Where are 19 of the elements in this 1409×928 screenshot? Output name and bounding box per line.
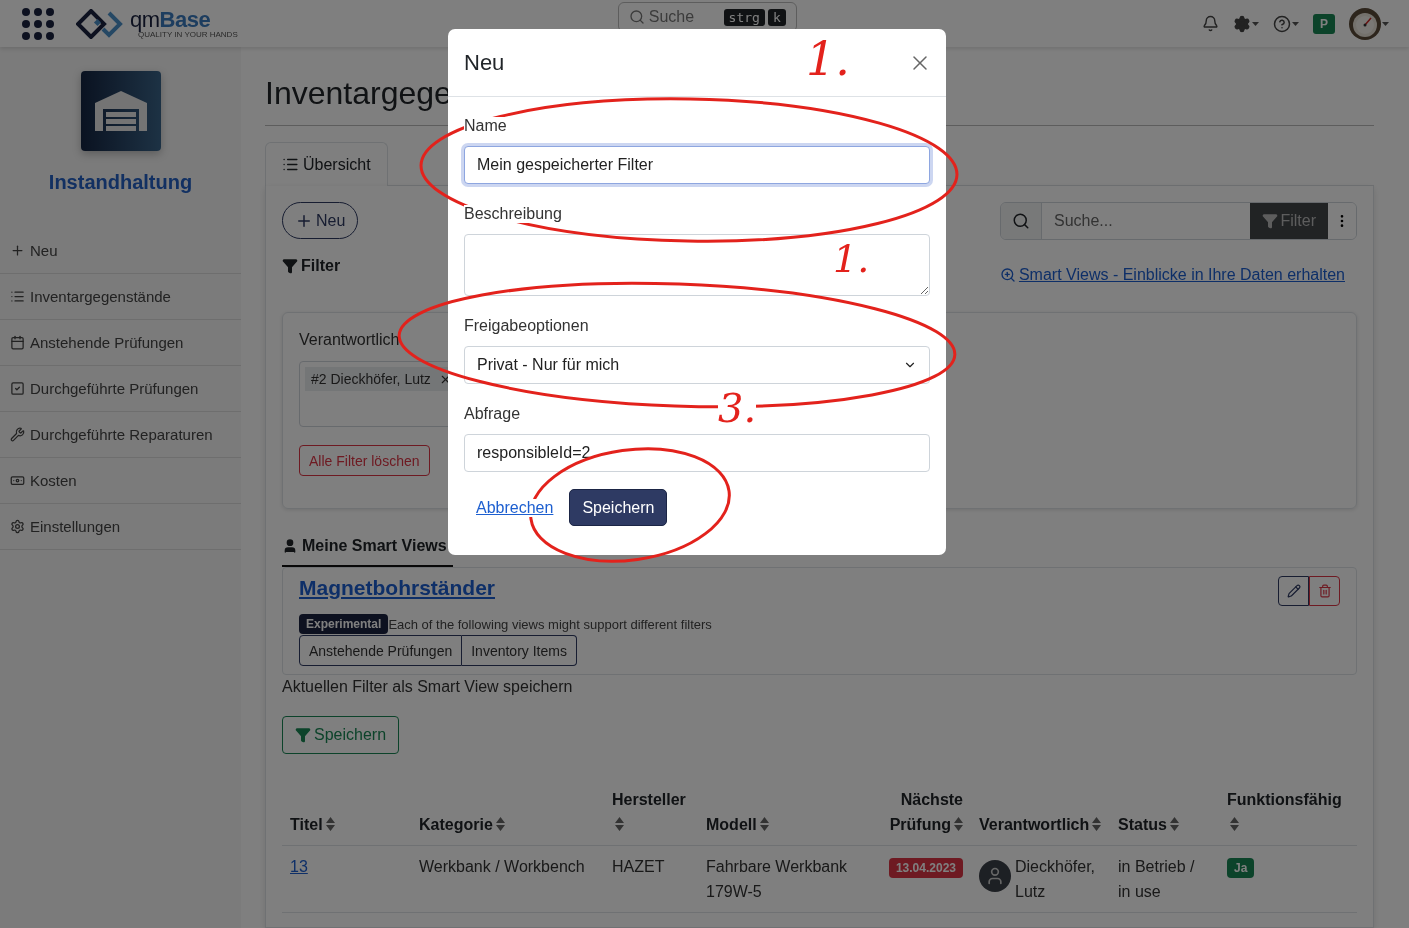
dialog-title: Neu bbox=[464, 49, 505, 76]
module-title: Instandhaltung bbox=[47, 171, 194, 194]
table-cell: in Betrieb / in use bbox=[1110, 845, 1219, 913]
brand-name: qmBase bbox=[130, 8, 212, 31]
table-cell: HAZET bbox=[604, 845, 698, 913]
save-hint: Aktuellen Filter als Smart View speichern bbox=[282, 678, 574, 696]
table-cell: Fahrbare Werkbank 179W-5 bbox=[698, 845, 878, 913]
experimental-badge: Experimental bbox=[299, 614, 389, 634]
page-title: Inventargege bbox=[265, 74, 453, 113]
table-cell-text: Dieckhöfer, Lutz bbox=[1015, 857, 1097, 902]
date-badge: 13.04.2023 bbox=[888, 858, 963, 878]
shortcut-key: strg bbox=[723, 8, 765, 26]
filter-label: Verantwortlich bbox=[299, 331, 401, 349]
note-text: Each of the following views might support different filters bbox=[388, 616, 712, 632]
status-badge: Ja bbox=[1227, 858, 1255, 878]
section-heading: Filter bbox=[301, 257, 341, 275]
search-placeholder: Suche bbox=[648, 8, 695, 26]
table-cell: Werkbank / Workbench bbox=[411, 845, 604, 913]
shortcut-key: k bbox=[767, 8, 786, 26]
